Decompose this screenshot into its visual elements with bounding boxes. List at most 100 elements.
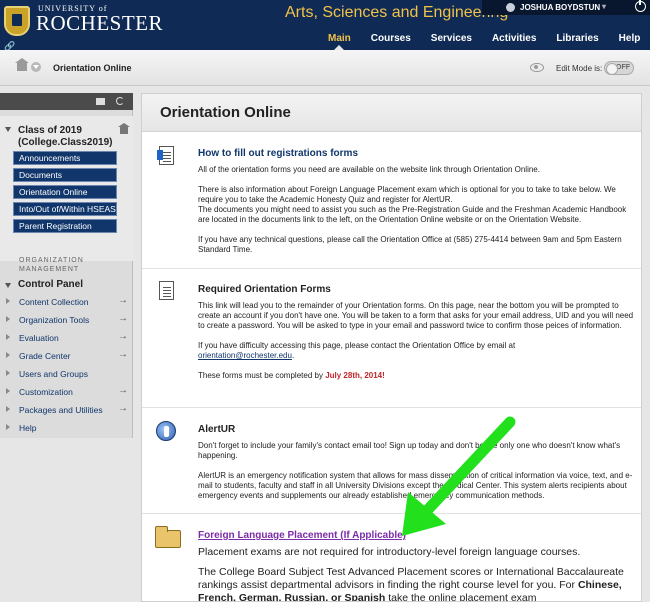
student-preview-eye-icon[interactable] xyxy=(530,63,544,72)
tab-courses[interactable]: Courses xyxy=(361,28,421,50)
breadcrumb-caret-icon[interactable] xyxy=(31,62,41,72)
breadcrumb: Orientation Online Edit Mode is: OFF xyxy=(0,50,650,86)
organization-management-label: ORGANIZATION MANAGEMENT xyxy=(19,256,84,274)
item-text: This link will lead you to the remainder… xyxy=(198,301,634,330)
control-panel-title: Control Panel xyxy=(18,279,84,290)
course-menu: Class of 2019 (College.Class2019) Announ… xyxy=(0,116,133,261)
sidebar-toolbar xyxy=(0,93,133,110)
folder-view-icon[interactable] xyxy=(96,98,105,105)
item-text: The documents you might need to assist y… xyxy=(198,205,627,224)
expand-triangle-icon xyxy=(6,388,10,394)
item-text: There is also information about Foreign … xyxy=(198,185,616,204)
user-avatar-icon xyxy=(506,3,515,12)
course-sidebar: Class of 2019 (College.Class2019) Announ… xyxy=(0,93,133,438)
green-annotation-arrow-icon xyxy=(402,416,516,536)
open-arrow-icon[interactable]: → xyxy=(118,385,128,396)
item-text: If you have difficulty accessing this pa… xyxy=(198,341,516,350)
edit-mode-label: Edit Mode is: xyxy=(556,64,603,73)
item-text: The College Board Subject Test Advanced … xyxy=(198,566,624,591)
expand-triangle-icon xyxy=(6,352,10,358)
cp-item-users-and-groups[interactable]: Users and Groups xyxy=(0,366,133,383)
item-title-required-forms[interactable]: Required Orientation Forms xyxy=(198,284,331,295)
item-title-foreign-language[interactable]: Foreign Language Placement (If Applicabl… xyxy=(198,530,406,541)
open-arrow-icon[interactable]: → xyxy=(118,295,128,306)
cp-item-help[interactable]: Help xyxy=(0,420,133,437)
open-arrow-icon[interactable]: → xyxy=(118,403,128,414)
item-title-registration-forms[interactable]: How to fill out registrations forms xyxy=(198,148,358,159)
item-body: Placement exams are not required for int… xyxy=(198,546,634,602)
item-text: If you have any technical questions, ple… xyxy=(198,235,622,254)
university-logo[interactable]: UNIVERSITY of ROCHESTER xyxy=(4,2,163,44)
item-text: . xyxy=(291,351,295,360)
orientation-email-link[interactable]: orientation@rochester.edu xyxy=(198,351,292,360)
sidebar-item-announcements[interactable]: Announcements xyxy=(13,151,117,165)
expand-triangle-icon xyxy=(6,424,10,430)
main-tabs: Main Courses Services Activities Librari… xyxy=(318,28,650,50)
tab-activities[interactable]: Activities xyxy=(482,28,546,50)
org-label-line-2: MANAGEMENT xyxy=(19,266,80,273)
cp-item-label: Packages and Utilities xyxy=(19,405,103,415)
item-alert-icon xyxy=(156,421,176,441)
expand-triangle-icon xyxy=(6,334,10,340)
refresh-icon[interactable] xyxy=(116,97,124,105)
tab-help[interactable]: Help xyxy=(609,28,650,50)
tab-main[interactable]: Main xyxy=(318,28,361,50)
expand-triangle-icon xyxy=(6,298,10,304)
cp-item-organization-tools[interactable]: Organization Tools → xyxy=(0,312,133,329)
expand-triangle-icon xyxy=(6,316,10,322)
org-label-line-1: ORGANIZATION xyxy=(19,257,84,264)
item-body: This link will lead you to the remainder… xyxy=(198,301,634,391)
sidebar-item-documents[interactable]: Documents xyxy=(13,168,117,182)
user-name[interactable]: JOSHUA BOYDSTUN xyxy=(520,3,600,12)
logout-power-icon[interactable] xyxy=(635,0,646,12)
cp-item-customization[interactable]: Customization → xyxy=(0,384,133,401)
logo-name: ROCHESTER xyxy=(36,11,164,35)
cp-item-label: Content Collection xyxy=(19,297,89,307)
open-arrow-icon[interactable]: → xyxy=(118,313,128,324)
cp-item-grade-center[interactable]: Grade Center → xyxy=(0,348,133,365)
course-collapse-icon[interactable] xyxy=(5,127,11,132)
cp-item-label: Users and Groups xyxy=(19,369,88,379)
course-title[interactable]: Class of 2019 (College.Class2019) xyxy=(18,125,114,149)
course-home-icon[interactable] xyxy=(118,123,130,134)
tab-services[interactable]: Services xyxy=(421,28,482,50)
open-arrow-icon[interactable]: → xyxy=(118,349,128,360)
item-body: All of the orientation forms you need ar… xyxy=(198,165,634,265)
content-header: Orientation Online xyxy=(142,94,641,132)
breadcrumb-current: Orientation Online xyxy=(53,63,132,73)
cp-item-label: Customization xyxy=(19,387,73,397)
document-icon xyxy=(157,146,174,165)
alertur-icon xyxy=(156,421,176,441)
sidebar-item-parent-registration[interactable]: Parent Registration xyxy=(13,219,117,233)
edit-mode-toggle[interactable]: OFF xyxy=(604,61,634,75)
cp-item-label: Help xyxy=(19,423,37,433)
item-document-icon xyxy=(159,281,174,300)
sidebar-item-orientation-online[interactable]: Orientation Online xyxy=(13,185,117,199)
item-text: These forms must be completed by xyxy=(198,371,323,380)
home-icon[interactable] xyxy=(15,58,29,71)
expand-triangle-icon xyxy=(6,370,10,376)
item-text: All of the orientation forms you need ar… xyxy=(198,165,540,174)
control-panel-collapse-icon[interactable] xyxy=(5,283,11,288)
content-item-registration-forms: How to fill out registrations forms All … xyxy=(142,133,641,269)
cp-item-evaluation[interactable]: Evaluation → xyxy=(0,330,133,347)
user-menu-caret-icon[interactable]: ▾ xyxy=(602,2,606,11)
user-bar[interactable]: JOSHUA BOYDSTUN ▾ xyxy=(482,0,650,15)
cp-item-label: Evaluation xyxy=(19,333,59,343)
tab-libraries[interactable]: Libraries xyxy=(546,28,608,50)
top-header: UNIVERSITY of ROCHESTER 🔗 Arts, Sciences… xyxy=(0,0,650,51)
item-title-alertur[interactable]: AlertUR xyxy=(198,424,235,435)
open-arrow-icon[interactable]: → xyxy=(118,331,128,342)
cp-item-content-collection[interactable]: Content Collection → xyxy=(0,294,133,311)
cp-item-label: Grade Center xyxy=(19,351,71,361)
item-folder-icon xyxy=(155,526,181,548)
item-text: take the online placement exam xyxy=(388,592,537,602)
folder-icon xyxy=(155,526,181,548)
content-item-required-forms: Required Orientation Forms This link wil… xyxy=(142,270,641,408)
cp-item-packages-and-utilities[interactable]: Packages and Utilities → xyxy=(0,402,133,419)
site-title: Arts, Sciences and Engineering xyxy=(285,4,509,21)
expand-triangle-icon xyxy=(6,406,10,412)
sidebar-item-into-out-hseas[interactable]: Into/Out of/Within HSEAS xyxy=(13,202,117,216)
page-title: Orientation Online xyxy=(160,104,291,121)
edit-mode-state: OFF xyxy=(616,64,630,71)
